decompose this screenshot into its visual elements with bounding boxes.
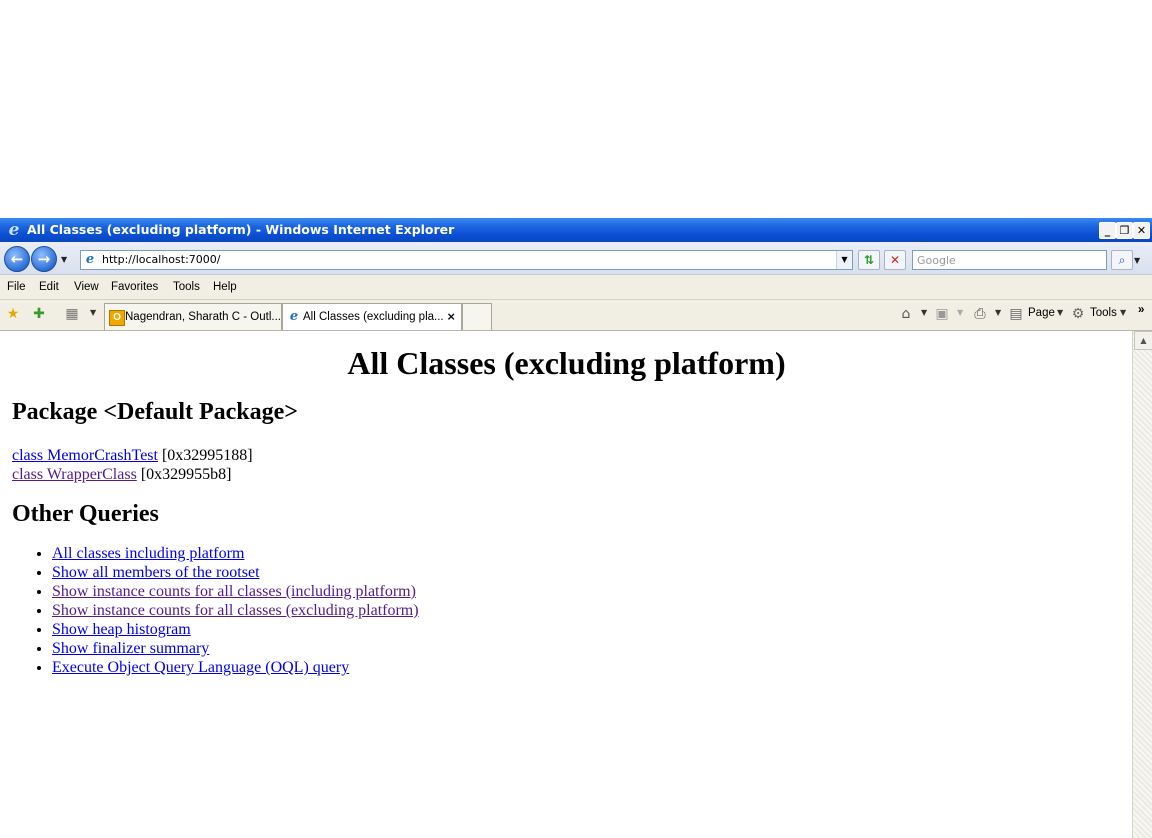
page-menu-dropdown[interactable]: ▼ [1057, 308, 1063, 317]
tab-outlook[interactable]: O Nagendran, Sharath C - Outl... [104, 303, 282, 330]
back-button[interactable]: ← [4, 246, 30, 272]
search-placeholder: Google [917, 254, 956, 267]
class-link-wrapperclass[interactable]: class WrapperClass [12, 466, 137, 483]
stop-icon: ✕ [889, 253, 901, 267]
query-link-instance-counts-excluding[interactable]: Show instance counts for all classes (ex… [52, 602, 419, 619]
new-tab-button[interactable] [462, 303, 492, 330]
tools-menu-button[interactable]: Tools [1090, 307, 1117, 319]
list-item: Show all members of the rootset [52, 563, 419, 582]
arrow-left-icon: ← [10, 250, 24, 268]
forward-button[interactable]: → [31, 246, 57, 272]
address-toolbar: ← → ▼ e http://localhost:7000/ ▼ ⇅ ✕ Goo… [0, 242, 1152, 275]
list-item: Show instance counts for all classes (in… [52, 582, 419, 601]
address-dropdown-button[interactable]: ▼ [836, 251, 852, 269]
stop-button[interactable]: ✕ [884, 250, 906, 270]
close-button[interactable]: ✕ [1133, 222, 1150, 239]
list-item: Show instance counts for all classes (ex… [52, 601, 419, 620]
page-icon: e [85, 252, 95, 267]
class-entry: class MemorCrashTest [0x32995188] [12, 447, 253, 465]
feeds-dropdown[interactable]: ▼ [957, 308, 963, 317]
menu-bar: File Edit View Favorites Tools Help [0, 275, 1152, 300]
favorites-center-icon[interactable]: ★ [5, 306, 21, 322]
menu-tools[interactable]: Tools [173, 281, 200, 293]
search-button[interactable]: ⌕ [1111, 250, 1133, 270]
search-input[interactable]: Google [912, 250, 1107, 270]
refresh-icon: ⇅ [863, 253, 875, 267]
add-favorite-icon[interactable]: ✚ [31, 306, 47, 322]
query-link-all-classes-including-platform[interactable]: All classes including platform [52, 545, 244, 562]
tab-label: All Classes (excluding pla... [303, 311, 444, 323]
query-link-instance-counts-including[interactable]: Show instance counts for all classes (in… [52, 583, 416, 600]
print-icon[interactable]: ⎙ [972, 306, 988, 322]
tab-label: Nagendran, Sharath C - Outl... [125, 311, 281, 323]
class-address: [0x32995188] [157, 447, 253, 464]
arrow-right-icon: → [37, 250, 51, 268]
page-menu-button[interactable]: Page [1028, 307, 1055, 319]
queries-list: All classes including platform Show all … [12, 544, 419, 677]
feeds-icon[interactable]: ▣ [934, 306, 950, 322]
page-menu-icon: ▤ [1009, 306, 1023, 322]
address-url[interactable]: http://localhost:7000/ [102, 253, 220, 266]
address-field[interactable]: e http://localhost:7000/ ▼ [80, 250, 853, 270]
list-item: Execute Object Query Language (OQL) quer… [52, 658, 419, 677]
other-queries-heading: Other Queries [12, 501, 159, 527]
query-link-oql[interactable]: Execute Object Query Language (OQL) quer… [52, 659, 349, 676]
query-link-heap-histogram[interactable]: Show heap histogram [52, 621, 191, 638]
tab-bar: ★ ✚ ▦ ▼ O Nagendran, Sharath C - Outl...… [0, 300, 1152, 331]
vertical-scrollbar[interactable]: ▲ [1132, 331, 1152, 838]
menu-view[interactable]: View [74, 281, 99, 293]
scroll-up-button[interactable]: ▲ [1134, 331, 1152, 350]
list-item: Show finalizer summary [52, 639, 419, 658]
close-tab-icon[interactable]: × [447, 309, 455, 324]
recent-pages-dropdown[interactable]: ▼ [61, 255, 67, 264]
query-link-rootset-members[interactable]: Show all members of the rootset [52, 564, 260, 581]
list-item: All classes including platform [52, 544, 419, 563]
page-icon: e [289, 309, 299, 324]
search-icon: ⌕ [1118, 253, 1126, 267]
menu-file[interactable]: File [7, 281, 26, 293]
restore-button[interactable]: ❐ [1116, 222, 1133, 239]
menu-help[interactable]: Help [213, 281, 237, 293]
print-dropdown[interactable]: ▼ [995, 308, 1001, 317]
menu-favorites[interactable]: Favorites [111, 281, 158, 293]
title-bar[interactable]: e All Classes (excluding platform) - Win… [0, 218, 1152, 242]
gear-icon: ⚙ [1071, 306, 1085, 322]
tab-list-dropdown[interactable]: ▼ [90, 308, 96, 317]
window-title: All Classes (excluding platform) - Windo… [27, 222, 455, 237]
class-address: [0x329955b8] [136, 466, 232, 483]
list-item: Show heap histogram [52, 620, 419, 639]
class-entry: class WrapperClass [0x329955b8] [12, 466, 231, 484]
minimize-button[interactable]: _ [1099, 222, 1116, 239]
tab-all-classes[interactable]: e All Classes (excluding pla... × [282, 303, 462, 330]
menu-edit[interactable]: Edit [39, 281, 59, 293]
internet-explorer-icon: e [8, 220, 20, 240]
outlook-icon: O [109, 310, 125, 326]
tools-menu-dropdown[interactable]: ▼ [1120, 308, 1126, 317]
home-dropdown[interactable]: ▼ [921, 308, 927, 317]
browser-window: e All Classes (excluding platform) - Win… [0, 218, 1152, 838]
package-heading: Package <Default Package> [12, 399, 298, 425]
refresh-button[interactable]: ⇅ [858, 250, 880, 270]
class-link-memorcrashtest[interactable]: class MemorCrashTest [12, 447, 158, 464]
more-chevron-icon[interactable]: » [1138, 304, 1144, 316]
query-link-finalizer-summary[interactable]: Show finalizer summary [52, 640, 209, 657]
quick-tabs-icon[interactable]: ▦ [64, 306, 80, 322]
search-options-dropdown[interactable]: ▼ [1134, 256, 1140, 265]
home-icon[interactable]: ⌂ [898, 306, 914, 322]
page-content: All Classes (excluding platform) Package… [1, 331, 1132, 838]
page-title: All Classes (excluding platform) [347, 345, 786, 381]
